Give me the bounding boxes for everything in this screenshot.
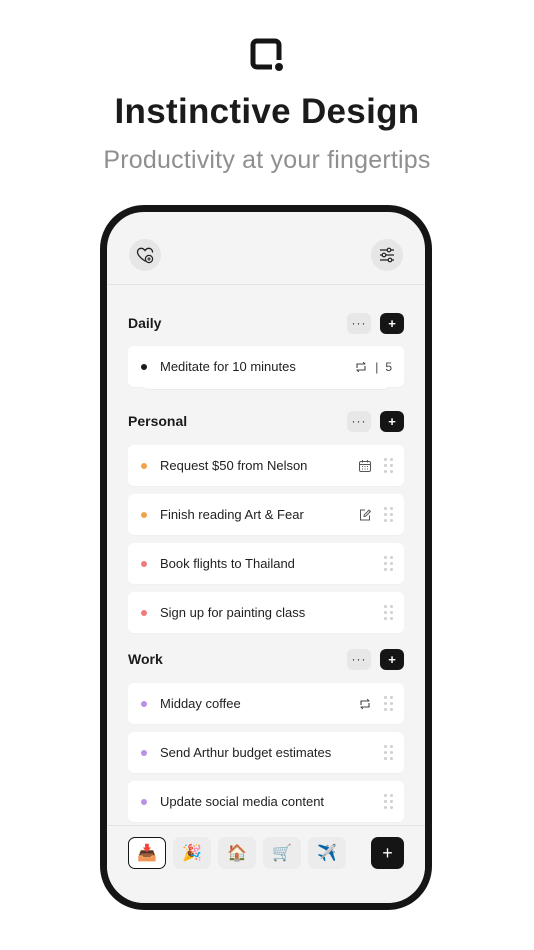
task-color-dot	[141, 560, 147, 567]
task-color-dot	[141, 609, 147, 616]
section-more-button[interactable]: ···	[347, 410, 371, 432]
task-item[interactable]: Book flights to Thailand	[128, 543, 404, 584]
note-edit-icon	[358, 508, 372, 522]
app-logo-icon	[250, 38, 284, 72]
task-color-dot	[141, 511, 147, 518]
promo-title: Instinctive Design	[114, 92, 420, 131]
section-title: Daily	[128, 315, 162, 331]
new-task-button[interactable]: +	[371, 837, 404, 869]
section-more-button[interactable]: ···	[347, 312, 371, 334]
task-text: Book flights to Thailand	[160, 556, 295, 571]
drag-handle-icon[interactable]	[384, 695, 393, 712]
section-title: Work	[128, 651, 163, 667]
task-text: Request $50 from Nelson	[160, 458, 308, 473]
section-header-personal: Personal ··· +	[128, 409, 404, 433]
section-more-button[interactable]: ···	[347, 648, 371, 670]
bottom-category-bar: 📥 🎉 🏠 🛒 ✈️ +	[107, 825, 425, 903]
drag-handle-icon[interactable]	[384, 457, 393, 474]
top-bar	[107, 212, 425, 285]
task-color-dot	[141, 700, 147, 707]
task-item[interactable]: Send Arthur budget estimates	[128, 732, 404, 773]
section-add-button[interactable]: +	[380, 312, 404, 334]
task-item[interactable]: Finish reading Art & Fear	[128, 494, 404, 535]
airplane-icon: ✈️	[317, 845, 337, 862]
sliders-icon	[380, 247, 394, 263]
category-travel-button[interactable]: ✈️	[308, 837, 346, 869]
counter-separator: |	[375, 359, 379, 374]
task-item[interactable]: Sign up for painting class	[128, 592, 404, 633]
category-inbox-button[interactable]: 📥	[128, 837, 166, 869]
task-color-dot	[141, 363, 147, 370]
drag-handle-icon[interactable]	[384, 506, 393, 523]
task-color-dot	[141, 462, 147, 469]
task-text: Sign up for painting class	[160, 605, 306, 620]
task-text: Update social media content	[160, 794, 325, 809]
task-text: Finish reading Art & Fear	[160, 507, 304, 522]
repeat-icon	[356, 361, 366, 372]
section-header-work: Work ··· +	[128, 647, 404, 671]
filter-settings-button[interactable]	[371, 239, 403, 271]
promo-subtitle: Productivity at your fingertips	[103, 146, 431, 174]
section-add-button[interactable]: +	[380, 410, 404, 432]
house-icon: 🏠	[227, 845, 247, 862]
favorites-button[interactable]	[129, 239, 161, 271]
drag-handle-icon[interactable]	[384, 604, 393, 621]
drag-handle-icon[interactable]	[384, 793, 393, 810]
task-text: Midday coffee	[160, 696, 241, 711]
task-item[interactable]: Update social media content	[128, 781, 404, 822]
repeat-counter: | 5	[354, 360, 392, 374]
heart-plus-icon	[136, 247, 154, 264]
shopping-cart-icon: 🛒	[272, 845, 292, 862]
task-text: Send Arthur budget estimates	[160, 745, 332, 760]
task-color-dot	[141, 798, 147, 805]
section-header-daily: Daily ··· +	[128, 311, 404, 335]
category-home-button[interactable]: 🏠	[218, 837, 256, 869]
task-item[interactable]: Request $50 from Nelson	[128, 445, 404, 486]
task-item[interactable]: Midday coffee	[128, 683, 404, 724]
category-party-button[interactable]: 🎉	[173, 837, 211, 869]
category-shopping-button[interactable]: 🛒	[263, 837, 301, 869]
task-item[interactable]: Meditate for 10 minutes | 5	[128, 346, 404, 387]
drag-handle-icon[interactable]	[384, 744, 393, 761]
party-popper-icon: 🎉	[182, 845, 202, 862]
top-divider	[107, 284, 425, 285]
inbox-tray-icon: 📥	[137, 845, 157, 862]
drag-handle-icon[interactable]	[384, 555, 393, 572]
phone-frame: Daily ··· + Meditate for 10 minutes | 5 …	[100, 205, 432, 910]
section-add-button[interactable]: +	[380, 648, 404, 670]
section-title: Personal	[128, 413, 188, 429]
repeat-icon	[358, 697, 372, 711]
calendar-icon	[358, 459, 372, 473]
task-color-dot	[141, 749, 147, 756]
task-text: Meditate for 10 minutes	[160, 359, 296, 374]
repeat-count-value: 5	[385, 359, 392, 374]
